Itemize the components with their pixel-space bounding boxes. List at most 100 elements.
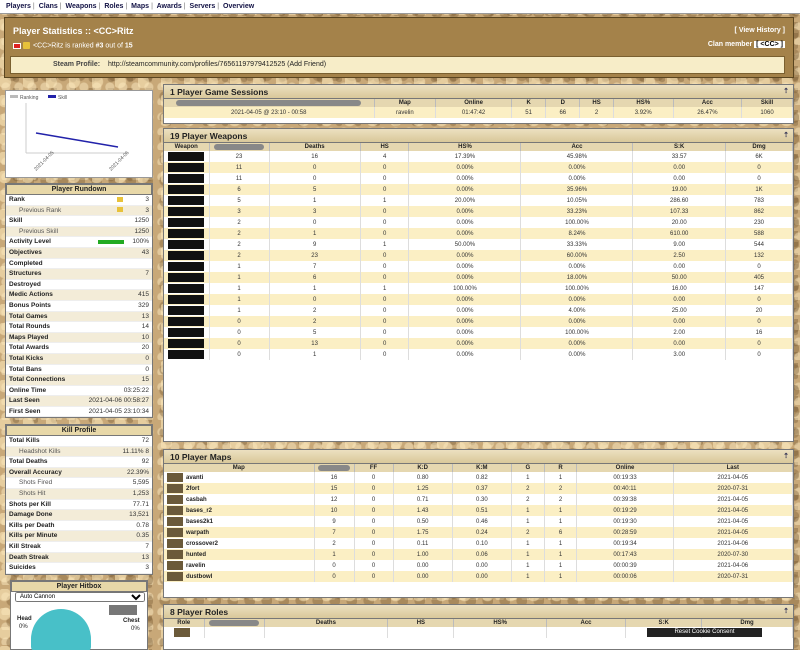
col-sk[interactable]: S:K	[632, 143, 726, 151]
weapon-row[interactable]: 0 1 0 0.00% 0.00% 3.00 0	[164, 349, 793, 360]
map-name-cell: warpath	[164, 527, 315, 538]
map-name[interactable]: warpath	[186, 530, 209, 536]
col-acc[interactable]: Acc	[546, 619, 627, 627]
col-g[interactable]: G	[511, 464, 545, 472]
scroll-up-icon[interactable]: ⇡	[783, 87, 789, 95]
sort-column[interactable]	[204, 619, 265, 627]
map-name[interactable]: bases_r2	[186, 508, 212, 514]
sort-column[interactable]	[164, 99, 375, 107]
col-online[interactable]: Online	[576, 464, 674, 472]
weapon-row[interactable]: 1 6 0 0.00% 18.00% 50.00 405	[164, 272, 793, 283]
nav-servers[interactable]: Servers	[190, 3, 216, 10]
weapon-row[interactable]: 11 0 0 0.00% 0.00% 0.00 0	[164, 173, 793, 184]
map-row[interactable]: hunted 1 0 1.00 0.06 1 1 00:17:43 2020-07-30	[164, 549, 794, 560]
session-row[interactable]: 2021-04-05 @ 23:10 - 00:58 ravelin 01:47:4…	[164, 107, 793, 118]
map-name[interactable]: crossover2	[186, 541, 218, 547]
map-row[interactable]: dustbowl 0 0 0.00 0.00 1 1 00:00:06 2020-07-31	[164, 571, 794, 582]
map-row[interactable]: avanti 16 0 0.80 0.82 1 1 00:19:33 2021-04-05	[164, 472, 794, 483]
col-sk[interactable]: S:K	[625, 619, 703, 627]
map-name[interactable]: ravelin	[186, 563, 205, 569]
map-row[interactable]: bases2k1 9 0 0.50 0.46 1 1 00:19:30 2021-04-05	[164, 516, 794, 527]
weapon-row[interactable]: 6 5 0 0.00% 35.96% 19.00 1K	[164, 184, 793, 195]
col-kd[interactable]: K:D	[393, 464, 453, 472]
weapon-row[interactable]: 0 13 0 0.00% 0.00% 0.00 0	[164, 338, 793, 349]
col-hs[interactable]: HS	[387, 619, 455, 627]
col-role[interactable]: Role	[164, 619, 205, 627]
map-name[interactable]: casbah	[186, 497, 207, 503]
map-cell: 0.50	[393, 516, 453, 527]
weapon-row[interactable]: 1 2 0 0.00% 4.00% 25.00 20	[164, 305, 793, 316]
col-skill[interactable]: Skill	[741, 99, 793, 107]
sort-column[interactable]	[314, 464, 355, 472]
nav-overview[interactable]: Overview	[223, 3, 254, 10]
weapon-row[interactable]: 0 2 0 0.00% 0.00% 0.00 0	[164, 316, 793, 327]
weapon-select[interactable]: Auto Cannon	[15, 592, 145, 602]
col-hs-pct[interactable]: HS%	[408, 143, 522, 151]
weapon-cell: 25.00	[632, 305, 726, 316]
map-row[interactable]: warpath 7 0 1.75 0.24 2 6 00:28:59 2021-04-05	[164, 527, 794, 538]
map-cell: 0.82	[452, 472, 512, 483]
ranking-graph-svg: Ranking Skill 2021-04-05 2021-04-06	[10, 95, 131, 172]
col-hs-pct[interactable]: HS%	[613, 99, 674, 107]
weapon-row[interactable]: 11 0 0 0.00% 0.00% 0.00 0	[164, 162, 793, 173]
weapon-row[interactable]: 2 9 1 50.00% 33.33% 9.00 544	[164, 239, 793, 250]
weapon-cell: 0.00	[632, 261, 726, 272]
map-row[interactable]: crossover2 2 0 0.11 0.10 1 1 00:19:34 2021-04-06	[164, 538, 794, 549]
weapon-row[interactable]: 2 1 0 0.00% 8.24% 610.00 588	[164, 228, 793, 239]
clan-tag-link[interactable]: [ <CC> ]	[754, 41, 785, 48]
weapon-row[interactable]: 1 0 0 0.00% 0.00% 0.00 0	[164, 294, 793, 305]
map-row[interactable]: 2fort 15 0 1.25 0.37 2 2 00:40:11 2020-07-31	[164, 483, 794, 494]
col-km[interactable]: K:M	[452, 464, 512, 472]
weapon-row[interactable]: 1 7 0 0.00% 0.00% 0.00 0	[164, 261, 793, 272]
col-deaths[interactable]: Deaths	[264, 619, 389, 627]
map-name[interactable]: hunted	[186, 552, 206, 558]
nav-maps[interactable]: Maps	[131, 3, 149, 10]
col-hs-pct[interactable]: HS%	[453, 619, 547, 627]
col-map[interactable]: Map	[164, 464, 315, 472]
nav-awards[interactable]: Awards	[157, 3, 182, 10]
map-name[interactable]: bases2k1	[186, 519, 213, 525]
map-row[interactable]: casbah 12 0 0.71 0.30 2 2 00:39:38 2021-04-05	[164, 494, 794, 505]
col-dmg[interactable]: Dmg	[725, 143, 793, 151]
weapon-cell: 862	[725, 206, 793, 217]
col-ff[interactable]: FF	[354, 464, 394, 472]
col-dmg[interactable]: Dmg	[701, 619, 793, 627]
nav-roles[interactable]: Roles	[104, 3, 123, 10]
scroll-up-icon[interactable]: ⇡	[783, 131, 789, 139]
col-weapon[interactable]: Weapon	[164, 143, 210, 151]
nav-players[interactable]: Players	[6, 3, 31, 10]
weapon-row[interactable]: 3 3 0 0.00% 33.23% 107.33 862	[164, 206, 793, 217]
map-name[interactable]: dustbowl	[186, 574, 212, 580]
rundown-label: Total Games	[9, 312, 48, 320]
scroll-up-icon[interactable]: ⇡	[783, 607, 789, 615]
map-row[interactable]: bases_r2 10 0 1.43 0.51 1 1 00:19:29 2021-04-05	[164, 505, 794, 516]
map-cell: 1	[544, 571, 578, 582]
col-map[interactable]: Map	[374, 99, 437, 107]
steam-profile-link[interactable]: http://steamcommunity.com/profiles/76561…	[108, 61, 326, 68]
map-name[interactable]: avanti	[186, 475, 203, 481]
col-acc[interactable]: Acc	[520, 143, 634, 151]
weapon-row[interactable]: 23 16 4 17.39% 45.98% 33.57 6K	[164, 151, 793, 162]
weapon-row[interactable]: 0 5 0 0.00% 100.00% 2.00 16	[164, 327, 793, 338]
col-d[interactable]: D	[545, 99, 581, 107]
reset-cookie-consent-button[interactable]: Reset Cookie Consent	[647, 628, 762, 637]
col-online[interactable]: Online	[435, 99, 513, 107]
col-hs[interactable]: HS	[360, 143, 410, 151]
nav-weapons[interactable]: Weapons	[66, 3, 97, 10]
map-row[interactable]: ravelin 0 0 0.00 0.00 1 1 00:00:39 2021-04-06	[164, 560, 794, 571]
weapon-row[interactable]: 5 1 1 20.00% 10.05% 286.60 783	[164, 195, 793, 206]
scroll-up-icon[interactable]: ⇡	[783, 452, 789, 460]
col-deaths[interactable]: Deaths	[269, 143, 361, 151]
nav-clans[interactable]: Clans	[39, 3, 58, 10]
col-last[interactable]: Last	[673, 464, 794, 472]
weapon-row[interactable]: 2 23 0 0.00% 60.00% 2.50 132	[164, 250, 793, 261]
col-acc[interactable]: Acc	[673, 99, 743, 107]
col-r[interactable]: R	[544, 464, 578, 472]
view-history-link[interactable]: [ View History ]	[735, 27, 785, 34]
col-hs[interactable]: HS	[579, 99, 614, 107]
weapon-row[interactable]: 2 0 0 0.00% 100.00% 20.00 230	[164, 217, 793, 228]
map-name[interactable]: 2fort	[186, 486, 199, 492]
sort-column[interactable]	[209, 143, 270, 151]
weapon-row[interactable]: 1 1 1 100.00% 100.00% 16.00 147	[164, 283, 793, 294]
col-k[interactable]: K	[511, 99, 547, 107]
